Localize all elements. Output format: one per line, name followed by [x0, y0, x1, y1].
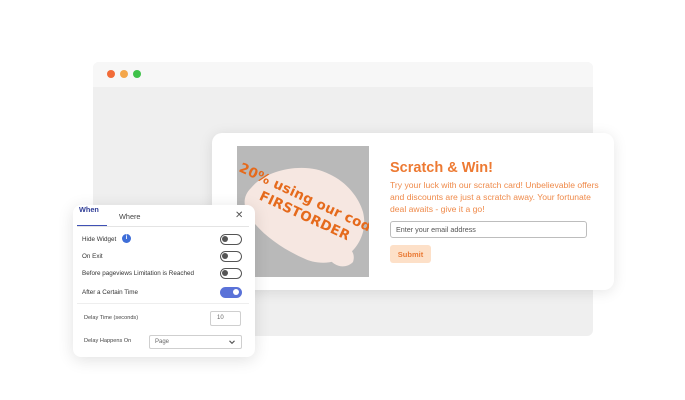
submit-button[interactable]: Submit	[390, 245, 431, 263]
pageviews-limit-toggle[interactable]	[220, 268, 242, 279]
section-divider	[77, 303, 249, 304]
on-exit-toggle[interactable]	[220, 251, 242, 262]
delay-time-label: Delay Time (seconds)	[84, 315, 139, 321]
tab-when[interactable]: When	[79, 205, 107, 219]
tabs-divider	[77, 226, 249, 227]
toggle-label-on-exit: On Exit	[82, 253, 103, 260]
close-window-dot[interactable]	[107, 70, 115, 78]
toggle-label-pageviews-limit: Before pageviews Limitation is Reached	[82, 270, 195, 277]
tab-where[interactable]: Where	[119, 212, 141, 226]
close-icon[interactable]: ✕	[235, 211, 243, 221]
browser-title-bar	[93, 62, 593, 87]
delay-happens-on-label: Delay Happens On	[84, 338, 132, 344]
trigger-settings-panel: When Where ✕ Hide Widget i On Exit Befor…	[73, 205, 255, 357]
popup-title: Scratch & Win!	[390, 160, 493, 176]
delay-happens-on-value: Page	[155, 339, 170, 345]
delay-time-input[interactable]: 10	[210, 311, 241, 326]
scratch-card[interactable]: 20% using our code: FIRSTORDER	[237, 146, 369, 277]
chevron-down-icon	[229, 340, 235, 345]
email-field[interactable]	[390, 221, 587, 238]
scratch-popup: 20% using our code: FIRSTORDER Scratch &…	[212, 133, 614, 290]
popup-description: Try your luck with our scratch card! Unb…	[390, 180, 599, 214]
delay-happens-on-select[interactable]: Page	[149, 335, 242, 349]
toggle-label-hide-widget: Hide Widget	[82, 236, 117, 243]
after-certain-time-toggle[interactable]	[220, 287, 242, 298]
stage: 20% using our code: FIRSTORDER Scratch &…	[0, 0, 685, 400]
toggle-label-after-certain-time: After a Certain Time	[82, 289, 138, 296]
info-icon[interactable]: i	[122, 234, 131, 243]
maximize-window-dot[interactable]	[133, 70, 141, 78]
minimize-window-dot[interactable]	[120, 70, 128, 78]
hide-widget-toggle[interactable]	[220, 234, 242, 245]
